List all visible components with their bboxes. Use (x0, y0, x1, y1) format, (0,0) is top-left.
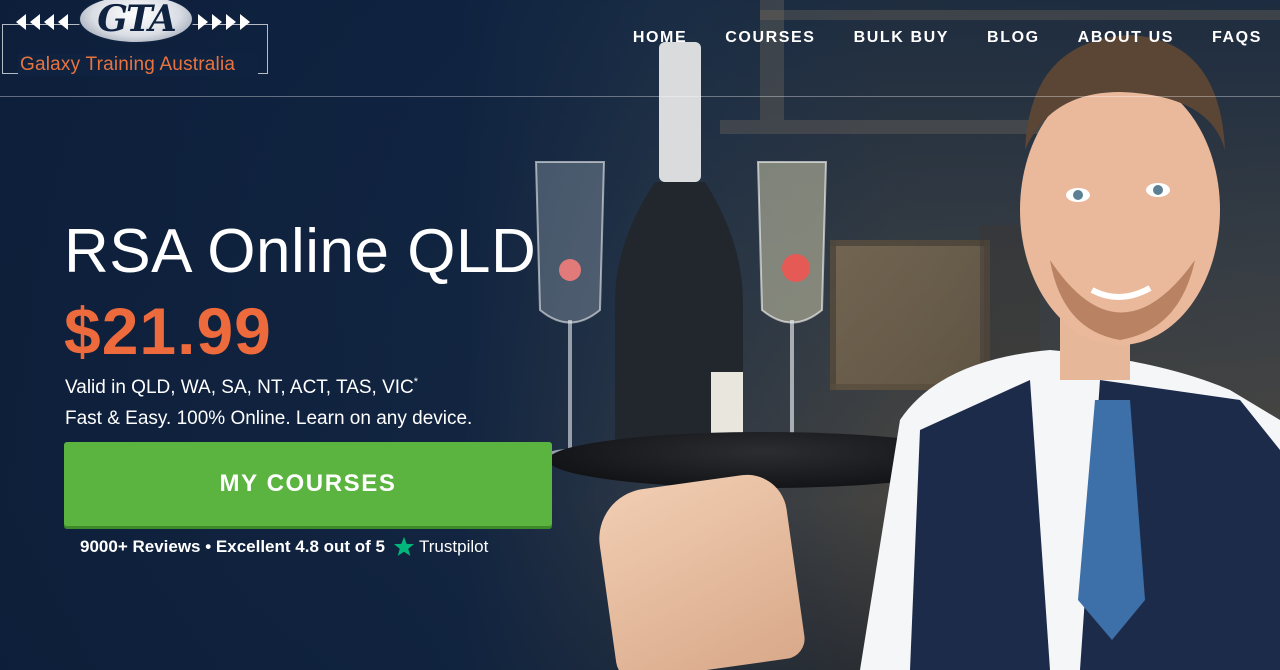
nav-faqs[interactable]: FAQS (1212, 29, 1262, 47)
reviews-text: 9000+ Reviews • Excellent 4.8 out of 5 (80, 537, 386, 556)
site-logo[interactable]: GTA Galaxy Training Australia (2, 0, 270, 80)
main-navigation: HOME COURSES BULK BUY BLOG ABOUT US FAQS (595, 29, 1262, 47)
header-divider (0, 96, 1280, 97)
champagne-glass-image (534, 161, 606, 459)
reviews-summary[interactable]: 9000+ Reviews • Excellent 4.8 out of 5 T… (80, 536, 488, 558)
logo-company-name: Galaxy Training Australia (18, 54, 258, 76)
nav-courses[interactable]: COURSES (725, 29, 815, 47)
logo-letters: GTA (97, 0, 176, 40)
waiter-photo (860, 35, 1280, 670)
nav-about-us[interactable]: ABOUT US (1078, 29, 1174, 47)
nav-bulk-buy[interactable]: BULK BUY (854, 29, 949, 47)
logo-wing-left-icon (16, 14, 76, 30)
validity-footnote-mark: * (413, 376, 419, 388)
trustpilot-star-icon (393, 536, 415, 556)
course-price: $21.99 (64, 294, 272, 368)
background-shelf (760, 0, 784, 120)
tagline: Fast & Easy. 100% Online. Learn on any d… (65, 408, 473, 429)
logo-wing-right-icon (198, 14, 258, 30)
my-courses-button[interactable]: MY COURSES (64, 442, 552, 526)
trustpilot-label: Trustpilot (419, 537, 489, 556)
validity-text: Valid in QLD, WA, SA, NT, ACT, TAS, VIC* (65, 376, 418, 399)
nav-blog[interactable]: BLOG (987, 29, 1040, 47)
champagne-bottle-image (615, 42, 743, 460)
page-title: RSA Online QLD (64, 217, 537, 286)
validity-states: Valid in QLD, WA, SA, NT, ACT, TAS, VIC (65, 377, 414, 398)
nav-home[interactable]: HOME (633, 29, 687, 47)
waiter-hand-image (592, 469, 808, 670)
